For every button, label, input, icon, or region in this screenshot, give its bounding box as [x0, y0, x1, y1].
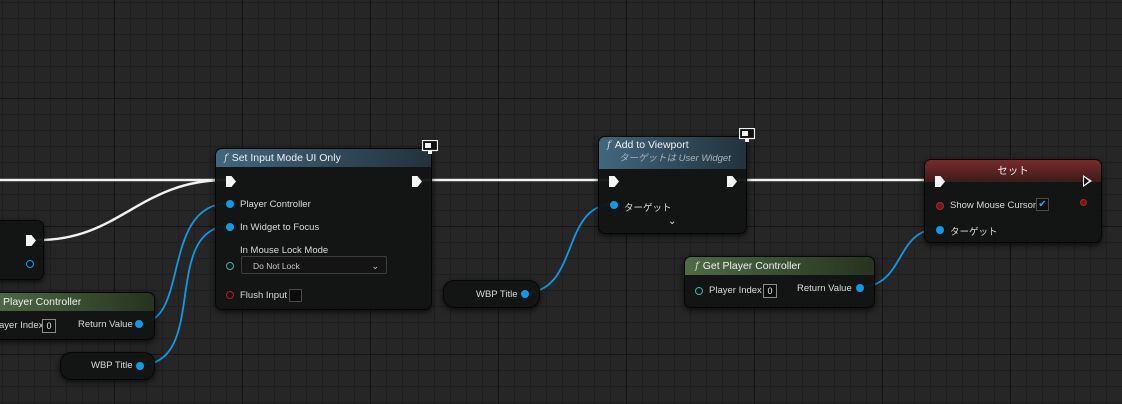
dropdown-value: Do Not Lock	[253, 261, 300, 271]
node-title: セット	[997, 165, 1029, 177]
set-variable-node[interactable]: セット Show Mouse Cursor ✔ ターゲット	[924, 159, 1102, 243]
player-controller-label: Player Controller	[240, 199, 311, 210]
player-index-label: ayer Index	[0, 320, 44, 331]
set-input-mode-ui-only-node[interactable]: f Set Input Mode UI Only Player Controlle…	[215, 140, 438, 310]
node-title: Get Player Controller	[702, 260, 801, 272]
function-icon: f	[695, 261, 699, 272]
node-header: セット	[925, 160, 1101, 182]
exec-out-pin[interactable]	[412, 176, 422, 187]
return-value-pin[interactable]	[856, 284, 864, 292]
target-pin[interactable]	[610, 201, 618, 209]
node-title: Set Input Mode UI Only	[231, 152, 341, 164]
target-label: ターゲット	[624, 203, 672, 214]
return-value-pin[interactable]	[135, 320, 143, 328]
variable-label: WBP Title	[476, 289, 518, 300]
node-title: Player Controller	[3, 296, 82, 308]
node-title: Add to Viewport	[614, 139, 689, 151]
partial-node[interactable]	[0, 220, 44, 280]
chevron-down-icon: ⌄	[371, 261, 379, 271]
return-value-label: Return Value	[797, 283, 852, 294]
in-widget-to-focus-label: In Widget to Focus	[240, 222, 320, 233]
function-icon: f	[224, 153, 228, 164]
player-index-pin[interactable]	[695, 287, 703, 295]
target-pin[interactable]	[936, 226, 944, 234]
flush-input-label: Flush Input	[240, 290, 287, 301]
exec-out-pin[interactable]	[727, 176, 737, 187]
player-controller-pin[interactable]	[226, 200, 234, 208]
show-mouse-cursor-out-pin[interactable]	[1080, 199, 1087, 206]
player-index-input[interactable]: 0	[763, 284, 777, 298]
target-label: ターゲット	[950, 227, 998, 238]
exec-wire-partial-node	[37, 178, 227, 242]
add-to-viewport-node[interactable]: f Add to Viewport ターゲットは User Widget ターゲッ…	[598, 128, 755, 234]
in-widget-to-focus-pin[interactable]	[226, 223, 234, 231]
in-mouse-lock-mode-pin[interactable]	[226, 262, 234, 270]
show-mouse-cursor-pin[interactable]	[936, 202, 944, 210]
object-out-pin[interactable]	[26, 260, 34, 268]
flush-input-pin[interactable]	[226, 291, 234, 299]
exec-out-pin[interactable]	[26, 235, 36, 246]
get-player-controller-left-node[interactable]: Player Controller ayer Index 0 Return Va…	[0, 292, 155, 340]
node-header: f Get Player Controller	[685, 257, 874, 275]
player-index-input[interactable]: 0	[42, 319, 56, 333]
monitor-icon	[739, 128, 755, 142]
flush-input-checkbox[interactable]	[289, 289, 302, 302]
node-subtitle: ターゲットは User Widget	[619, 153, 731, 164]
node-header: Player Controller	[0, 293, 154, 311]
exec-in-pin[interactable]	[609, 176, 619, 187]
variable-label: WBP Title	[91, 360, 133, 371]
mouse-lock-mode-dropdown[interactable]: Do Not Lock ⌄	[241, 256, 387, 274]
in-mouse-lock-mode-label: In Mouse Lock Mode	[240, 245, 329, 256]
show-mouse-cursor-label: Show Mouse Cursor	[950, 200, 1037, 211]
node-header: f Add to Viewport ターゲットは User Widget	[599, 137, 746, 169]
variable-out-pin[interactable]	[521, 290, 529, 298]
variable-out-pin[interactable]	[136, 362, 144, 370]
exec-in-pin[interactable]	[226, 176, 236, 187]
function-icon: f	[607, 140, 611, 151]
node-header: f Set Input Mode UI Only	[216, 149, 431, 167]
wbp-title-variable-node-left[interactable]: WBP Title	[60, 352, 155, 380]
exec-out-pin[interactable]	[1083, 175, 1092, 187]
wbp-title-variable-node-mid[interactable]: WBP Title	[443, 280, 540, 308]
player-index-label: Player Index	[709, 285, 762, 296]
get-player-controller-right-node[interactable]: f Get Player Controller Player Index 0 Re…	[684, 256, 875, 308]
expand-chevron-icon[interactable]: ⌄	[668, 216, 676, 227]
monitor-icon	[422, 140, 438, 154]
return-value-label: Return Value	[78, 319, 133, 330]
show-mouse-cursor-checkbox[interactable]: ✔	[1036, 198, 1049, 211]
